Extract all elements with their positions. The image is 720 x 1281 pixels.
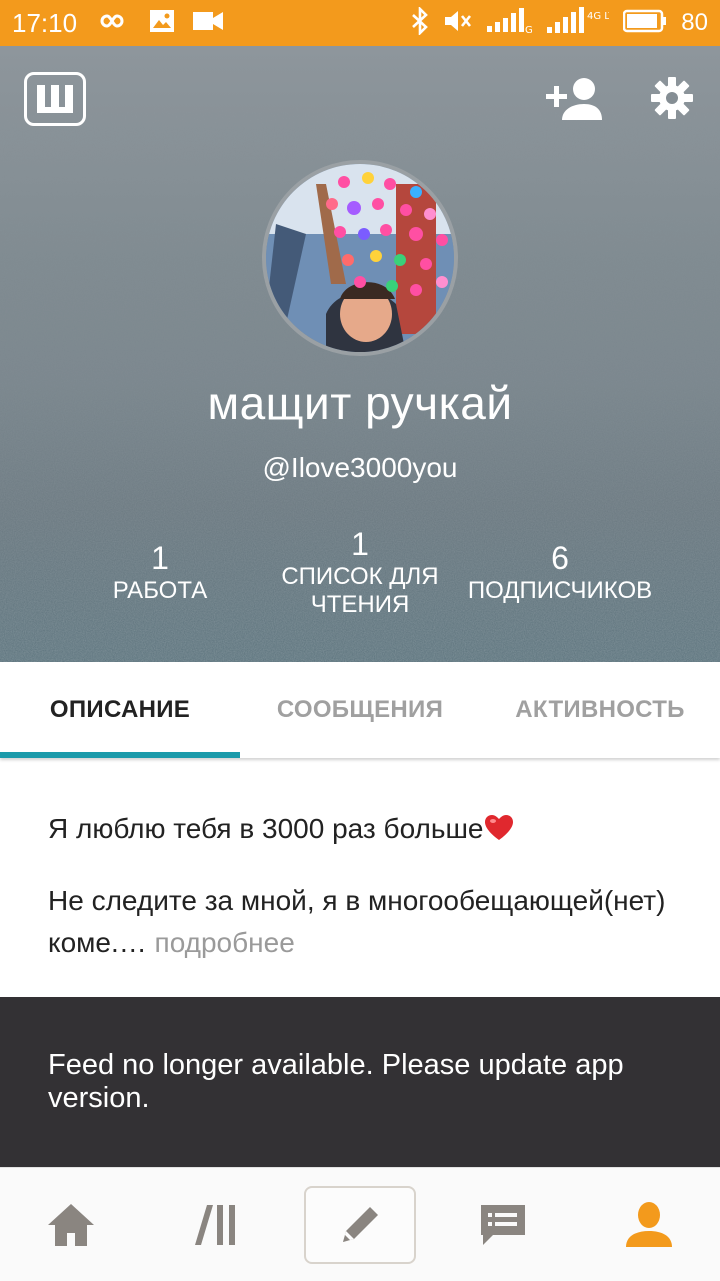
- signal-icon-2: 4G LTE: [547, 6, 621, 40]
- profile-tabs: ОПИСАНИЕ СООБЩЕНИЯ АКТИВНОСТЬ: [0, 662, 720, 758]
- reading-lists-label-line2: ЧТЕНИЯ: [310, 591, 410, 618]
- tab-messages[interactable]: СООБЩЕНИЯ: [240, 662, 480, 758]
- bluetooth-icon: [411, 5, 429, 40]
- profile-description: Я люблю тебя в 3000 раз больше Не следит…: [48, 808, 668, 964]
- home-icon[interactable]: [16, 1168, 126, 1281]
- write-icon[interactable]: [304, 1186, 416, 1264]
- tab-activity[interactable]: АКТИВНОСТЬ: [480, 662, 720, 758]
- gallery-icon: [149, 9, 175, 38]
- status-time: 17:10: [12, 7, 78, 38]
- snackbar: Feed no longer available. Please update …: [0, 997, 720, 1167]
- status-bar: 17:10 G 4G LTE 80: [0, 0, 720, 46]
- read-more-link[interactable]: подробнее: [147, 927, 295, 958]
- wattpad-logo[interactable]: [24, 72, 86, 126]
- followers-label: ПОДПИСЧИКОВ: [467, 577, 653, 604]
- library-icon[interactable]: [162, 1168, 272, 1281]
- battery-level: 80: [681, 9, 708, 36]
- profile-name: мащит ручкай: [207, 377, 513, 429]
- signal-icon: G: [487, 7, 533, 39]
- profile-icon[interactable]: [594, 1168, 704, 1281]
- bottom-navigation: [0, 1167, 720, 1281]
- infinity-icon: [97, 11, 131, 36]
- avatar[interactable]: [262, 160, 458, 356]
- followers-count: 6: [551, 540, 569, 576]
- works-count: 1: [151, 540, 169, 576]
- network-type-label: G: [525, 25, 533, 34]
- battery-icon: [623, 9, 667, 38]
- snackbar-message: Feed no longer available. Please update …: [48, 1049, 624, 1114]
- works-label: РАБОТА: [112, 577, 208, 604]
- works-stat[interactable]: 1 РАБОТА: [60, 540, 260, 605]
- gear-icon[interactable]: [650, 76, 694, 120]
- reading-lists-stat[interactable]: 1 СПИСОК ДЛЯ ЧТЕНИЯ: [260, 526, 460, 619]
- reading-lists-label-line1: СПИСОК ДЛЯ: [281, 563, 439, 590]
- reading-lists-count: 1: [351, 526, 369, 562]
- network-type-label-2: 4G LTE: [587, 11, 609, 22]
- profile-handle: @Ilove3000you: [262, 452, 458, 483]
- messages-icon[interactable]: [448, 1168, 558, 1281]
- description-line2: Не следите за мной, я в многообещающей(н…: [48, 885, 666, 958]
- video-icon: [193, 10, 224, 37]
- tab-description[interactable]: ОПИСАНИЕ: [0, 662, 240, 758]
- profile-header: мащит ручкай @Ilove3000you 1 РАБОТА 1 СП…: [0, 46, 720, 662]
- add-person-icon[interactable]: [544, 76, 602, 124]
- description-line1: Я люблю тебя в 3000 раз больше: [48, 813, 484, 844]
- mute-icon: [443, 9, 473, 38]
- followers-stat[interactable]: 6 ПОДПИСЧИКОВ: [460, 540, 660, 605]
- heart-icon: [484, 812, 514, 854]
